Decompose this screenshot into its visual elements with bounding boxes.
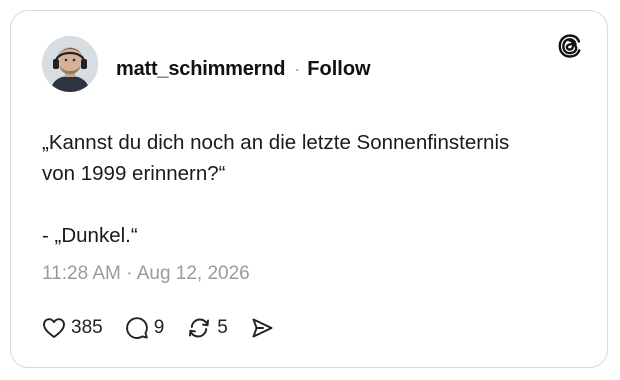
repost-button[interactable]: 5 bbox=[186, 316, 228, 340]
post-text: „Kannst du dich noch an die letzte Sonne… bbox=[42, 131, 510, 247]
like-count: 385 bbox=[71, 317, 103, 338]
follow-button[interactable]: Follow bbox=[307, 58, 370, 81]
reply-count: 9 bbox=[153, 317, 165, 338]
post-timestamp[interactable]: 11:28 AM · Aug 12, 2026 bbox=[42, 263, 250, 285]
avatar[interactable] bbox=[42, 36, 98, 92]
username[interactable]: matt_schimmernd bbox=[116, 58, 285, 81]
repost-count: 5 bbox=[217, 317, 228, 338]
share-button[interactable] bbox=[250, 317, 274, 339]
separator-dot: · bbox=[294, 58, 301, 79]
repost-icon bbox=[189, 318, 210, 338]
like-button[interactable]: 385 bbox=[42, 317, 103, 339]
post-card: matt_schimmernd · Follow „Kannst du dich… bbox=[10, 10, 608, 368]
heart-icon bbox=[43, 318, 65, 338]
action-bar: 385 9 5 bbox=[42, 315, 296, 341]
reply-button[interactable]: 9 bbox=[125, 316, 165, 340]
avatar-image bbox=[42, 36, 98, 92]
threads-logo-icon[interactable] bbox=[557, 33, 583, 59]
send-icon bbox=[252, 318, 273, 338]
comment-icon bbox=[125, 317, 148, 339]
post-header: matt_schimmernd · Follow bbox=[116, 57, 371, 81]
